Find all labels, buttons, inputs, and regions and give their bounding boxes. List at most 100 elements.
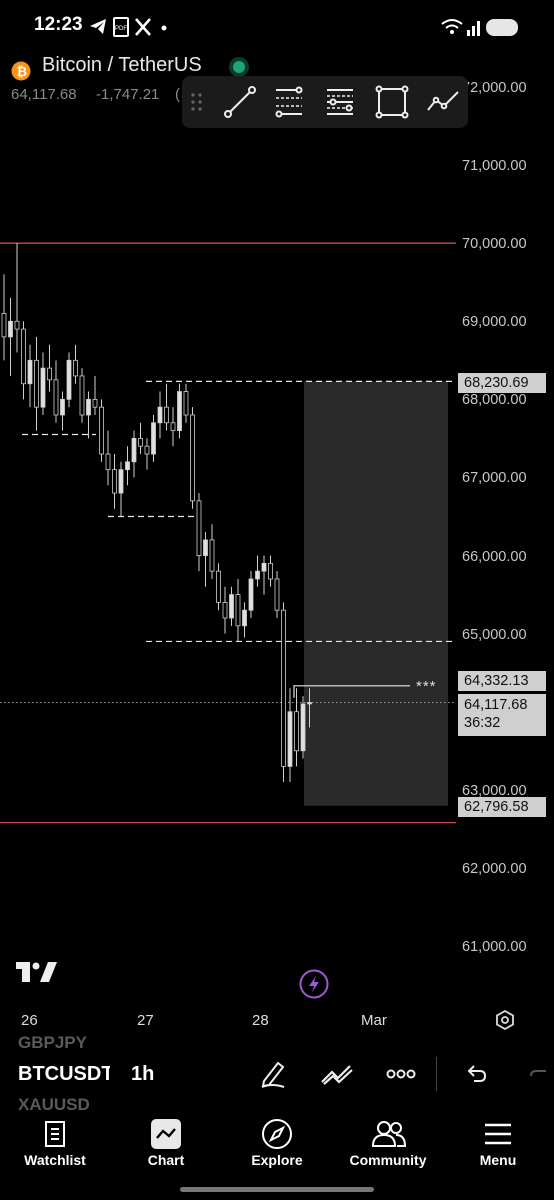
nav-menu-label: Menu xyxy=(479,1152,517,1168)
drawing-pen-icon[interactable] xyxy=(258,1059,288,1089)
candle-body xyxy=(60,398,65,416)
current-price-tag: 64,117.68 36:32 xyxy=(458,694,546,736)
alert-annotation[interactable]: *** xyxy=(416,678,437,695)
price-axis-label: 62,000.00 xyxy=(462,861,527,877)
drawing-toolbar xyxy=(182,76,468,128)
candle-body xyxy=(99,406,104,455)
candle-body xyxy=(112,469,117,494)
candle-body xyxy=(164,406,169,424)
path-tool-icon[interactable] xyxy=(424,84,462,120)
candle-body xyxy=(138,438,143,447)
undo-icon[interactable] xyxy=(466,1063,488,1085)
price-axis-label: 61,000.00 xyxy=(462,939,527,955)
fib-retracement-tool-icon[interactable] xyxy=(270,84,308,120)
price-axis-label: 71,000.00 xyxy=(462,158,527,174)
nav-chart-label: Chart xyxy=(147,1152,185,1168)
candle-body xyxy=(261,562,267,572)
candle-body xyxy=(105,453,111,471)
candle-body xyxy=(8,320,13,338)
nav-community-label: Community xyxy=(349,1152,427,1168)
candle-body xyxy=(294,711,299,752)
nav-watchlist[interactable]: Watchlist xyxy=(0,1112,110,1192)
candle-body xyxy=(125,461,130,471)
price-axis-label: 68,000.00 xyxy=(462,392,527,408)
tradingview-logo-icon xyxy=(16,962,57,982)
date-axis-label: 27 xyxy=(137,1012,154,1029)
level-tag-mid: 64,332.13 xyxy=(458,671,546,691)
candle-body xyxy=(1,313,7,338)
previous-symbol[interactable]: GBPJPY xyxy=(18,1033,87,1053)
redo-icon[interactable] xyxy=(528,1063,554,1085)
more-options-icon[interactable] xyxy=(386,1069,416,1079)
community-icon xyxy=(372,1121,406,1147)
candle-body xyxy=(222,602,228,619)
candle-body xyxy=(235,594,241,627)
price-axis-label: 69,000.00 xyxy=(462,314,527,330)
trend-line-tool-icon[interactable] xyxy=(220,84,258,120)
nav-menu[interactable]: Menu xyxy=(443,1112,553,1192)
toolbar-divider xyxy=(436,1057,437,1091)
candle-body xyxy=(190,414,195,502)
level-tag-low: 62,796.58 xyxy=(458,797,546,817)
candle-body xyxy=(183,391,189,416)
candle-body xyxy=(40,367,46,408)
pitchfork-tool-icon[interactable] xyxy=(321,84,359,120)
candle-body xyxy=(79,375,85,416)
candle-body xyxy=(14,320,20,330)
candle-body xyxy=(157,406,163,424)
candle-body xyxy=(268,562,273,580)
price-axis-label: 72,000.00 xyxy=(462,80,527,96)
candle-body xyxy=(144,445,150,455)
candle-body xyxy=(203,539,208,556)
price-axis-label: 66,000.00 xyxy=(462,549,527,565)
drag-handle-icon[interactable] xyxy=(190,92,204,114)
candle-body xyxy=(307,702,312,705)
candle-body xyxy=(66,359,72,400)
watchlist-icon xyxy=(45,1121,65,1147)
nav-watchlist-label: Watchlist xyxy=(24,1152,86,1168)
candle-body xyxy=(274,578,280,611)
chart-icon xyxy=(151,1119,181,1149)
price-axis-label: 70,000.00 xyxy=(462,236,527,252)
price-chart[interactable] xyxy=(0,0,554,1010)
price-axis-label: 67,000.00 xyxy=(462,470,527,486)
candle-body xyxy=(73,359,78,377)
candle-body xyxy=(118,469,124,494)
current-symbol[interactable]: BTCUSDT xyxy=(18,1063,110,1086)
range-box xyxy=(304,381,448,806)
price-axis-label: 65,000.00 xyxy=(462,627,527,643)
chart-settings-icon[interactable] xyxy=(494,1009,516,1031)
nav-explore-label: Explore xyxy=(251,1152,303,1168)
nav-chart[interactable]: Chart xyxy=(111,1112,221,1192)
symbol-toolbar: GBPJPY BTCUSDT 1h XAUUSD xyxy=(0,1033,554,1114)
nav-community[interactable]: Community xyxy=(333,1112,443,1192)
compass-icon xyxy=(262,1119,292,1149)
candle-body xyxy=(21,328,26,385)
candle-body xyxy=(131,438,137,463)
candle-body xyxy=(242,609,247,627)
interval-selector[interactable]: 1h xyxy=(131,1063,154,1086)
candle-body xyxy=(300,703,306,752)
rectangle-tool-icon[interactable] xyxy=(373,84,411,120)
candle-body xyxy=(151,422,156,455)
date-axis-label: 28 xyxy=(252,1012,269,1029)
candle-body xyxy=(196,500,202,556)
candle-body xyxy=(229,594,234,619)
current-price-value: 64,117.68 xyxy=(464,697,528,713)
candle-body xyxy=(281,609,286,767)
candle-body xyxy=(27,359,33,385)
nav-explore[interactable]: Explore xyxy=(222,1112,332,1192)
lightning-bolt-icon[interactable] xyxy=(299,969,329,999)
candle-body xyxy=(287,711,293,767)
candle-body xyxy=(255,570,260,580)
bottom-navigation: Watchlist Chart Explore Community Menu xyxy=(0,1112,554,1200)
home-indicator xyxy=(180,1187,374,1192)
candle-body xyxy=(209,539,215,572)
candle-body xyxy=(53,379,59,416)
date-axis-label: 26 xyxy=(21,1012,38,1029)
menu-icon xyxy=(485,1123,511,1145)
candle-body xyxy=(34,359,39,408)
level-tag-high: 68,230.69 xyxy=(458,373,546,393)
candle-countdown: 36:32 xyxy=(464,715,501,731)
indicators-icon[interactable] xyxy=(320,1062,354,1086)
